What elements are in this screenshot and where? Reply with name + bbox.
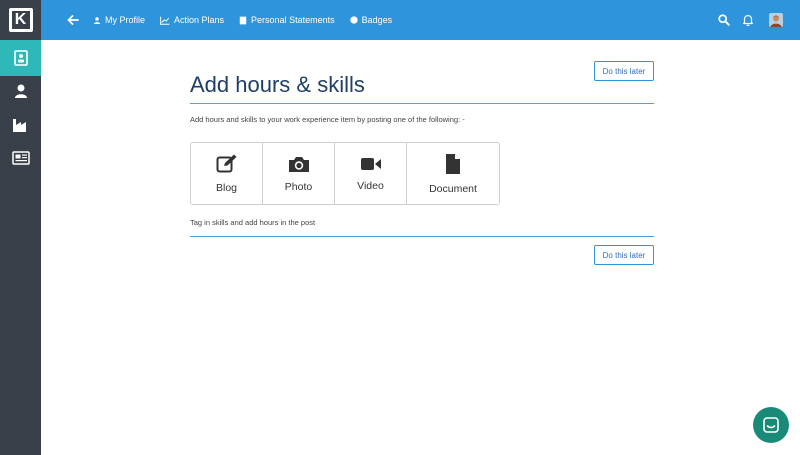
user-icon [14, 84, 27, 98]
app-logo[interactable]: K [0, 0, 41, 40]
file-icon [446, 154, 460, 174]
post-type-options: Blog Photo Video Document [190, 142, 500, 205]
chart-line-icon [160, 16, 170, 25]
intro-text: Add hours and skills to your work experi… [190, 115, 465, 124]
newspaper-icon [11, 151, 30, 165]
nav-action-plans[interactable]: Action Plans [160, 15, 224, 25]
do-this-later-button-bottom[interactable]: Do this later [594, 245, 654, 265]
nav-badges[interactable]: Badges [349, 15, 393, 25]
nav-label: My Profile [105, 15, 146, 25]
option-photo[interactable]: Photo [263, 143, 335, 204]
title-divider [190, 103, 654, 104]
nav-label: Badges [361, 15, 393, 25]
nav-label: Personal Statements [251, 15, 335, 25]
avatar-image [769, 13, 783, 27]
camera-icon [288, 157, 309, 172]
option-video[interactable]: Video [335, 143, 407, 204]
nav-my-profile[interactable]: My Profile [93, 15, 145, 25]
back-arrow-icon[interactable] [65, 12, 81, 28]
top-navbar: My Profile Action Plans Personal Stateme… [41, 0, 800, 40]
sidebar-item-news[interactable] [0, 140, 41, 176]
option-blog[interactable]: Blog [191, 143, 263, 204]
edit-icon [216, 154, 236, 173]
search-icon[interactable] [717, 13, 731, 27]
document-icon [239, 16, 247, 24]
nav-label: Action Plans [174, 15, 225, 25]
factory-icon [12, 119, 26, 132]
option-label: Photo [284, 181, 313, 193]
sidebar-item-portfolio[interactable] [0, 40, 41, 76]
main-nav: My Profile Action Plans Personal Stateme… [93, 0, 407, 40]
option-label: Blog [215, 182, 237, 194]
video-icon [360, 158, 381, 170]
badge-icon [349, 16, 358, 24]
sidebar-item-profile[interactable] [0, 73, 41, 109]
tagline-text: Tag in skills and add hours in the post [190, 218, 316, 227]
nav-personal-statements[interactable]: Personal Statements [239, 15, 335, 25]
logo-letter: K [11, 11, 30, 29]
bottom-divider [190, 236, 654, 237]
option-label: Video [357, 180, 384, 192]
chat-launcher[interactable] [753, 407, 789, 443]
user-icon [94, 16, 100, 24]
logo-mark: K [8, 8, 33, 32]
sidebar: K [0, 0, 41, 455]
sidebar-item-employers[interactable] [0, 107, 41, 143]
user-avatar[interactable] [769, 13, 783, 27]
chat-icon [763, 417, 779, 433]
option-label: Document [429, 183, 477, 195]
do-this-later-button[interactable]: Do this later [594, 61, 654, 81]
page-title: Add hours & skills [190, 72, 365, 97]
bell-icon[interactable] [741, 13, 755, 27]
option-document[interactable]: Document [407, 143, 499, 204]
id-card-icon [13, 50, 28, 66]
